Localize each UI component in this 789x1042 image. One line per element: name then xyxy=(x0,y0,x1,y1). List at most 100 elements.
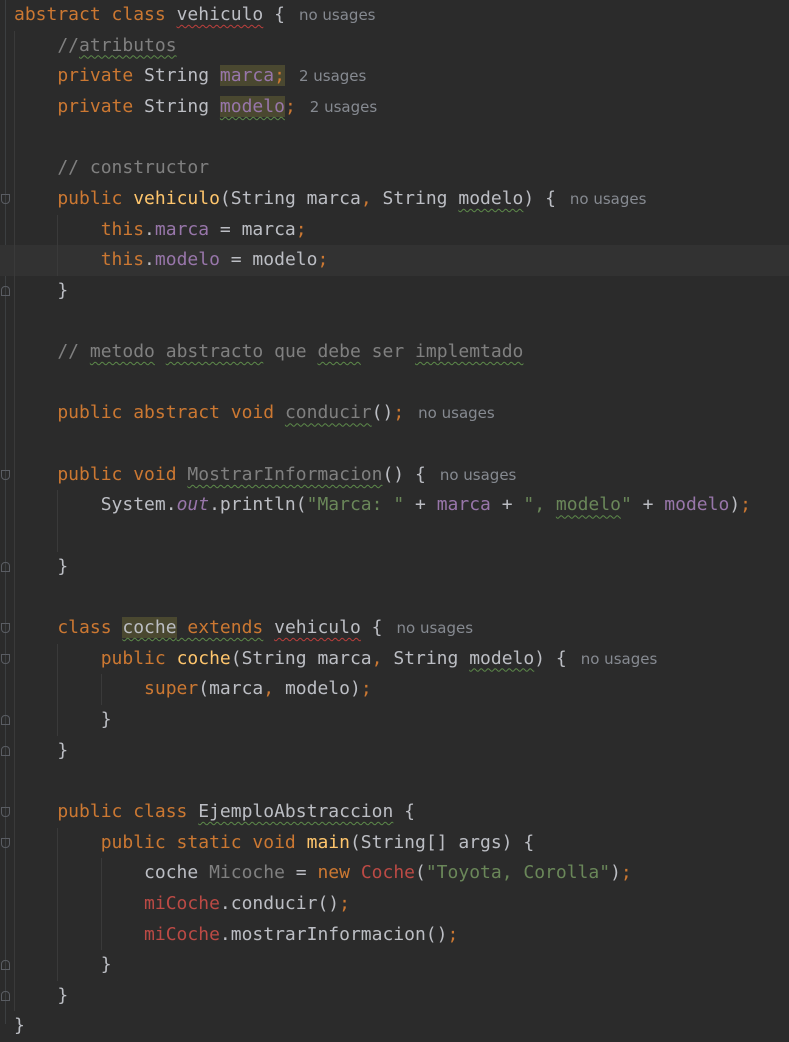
code-token: this xyxy=(14,249,145,271)
code-line[interactable]: } xyxy=(14,981,68,1012)
fold-marker-icon[interactable] xyxy=(1,806,10,817)
fold-marker-icon[interactable] xyxy=(1,714,10,725)
code-token: atributos xyxy=(79,34,177,56)
code-token: coche xyxy=(122,617,177,638)
fold-marker-icon[interactable] xyxy=(1,653,10,664)
code-line[interactable]: coche Micoche = new Coche("Toyota, Corol… xyxy=(14,858,632,889)
code-token: modelo xyxy=(154,249,220,271)
usage-hint[interactable]: 2 usages xyxy=(285,67,366,85)
code-token: public static void xyxy=(14,831,307,853)
code-token: public xyxy=(14,647,177,669)
usage-hint[interactable]: no usages xyxy=(567,650,658,668)
code-line[interactable]: miCoche.conducir(); xyxy=(14,889,350,920)
code-line[interactable]: System.out.println("Marca: " + marca + "… xyxy=(14,490,751,521)
code-line[interactable]: class coche extends vehiculo {no usages xyxy=(14,613,473,644)
code-token: Micoche xyxy=(209,862,285,884)
code-line[interactable]: miCoche.mostrarInformacion(); xyxy=(14,920,458,951)
fold-marker-icon[interactable] xyxy=(1,623,10,633)
code-token: (String marca xyxy=(230,647,372,669)
code-token: vehiculo xyxy=(176,4,264,25)
code-token: ( xyxy=(415,862,426,884)
code-token: ) { xyxy=(523,187,556,209)
fold-marker-icon[interactable] xyxy=(1,960,10,971)
code-line[interactable]: } xyxy=(14,552,68,583)
code-token: ; xyxy=(295,218,307,240)
fold-marker-icon[interactable] xyxy=(1,745,10,756)
code-token: .mostrarInformacion() xyxy=(219,923,448,945)
fold-marker-icon[interactable] xyxy=(1,561,10,572)
code-line[interactable]: private String marca; 2 usages xyxy=(14,61,366,92)
code-token: marca xyxy=(219,65,275,87)
code-token: que xyxy=(263,341,318,363)
code-token: this xyxy=(14,218,145,240)
code-token: + xyxy=(631,494,665,516)
usage-hint[interactable]: no usages xyxy=(426,466,517,484)
code-line[interactable]: public void MostrarInformacion() {no usa… xyxy=(14,460,516,491)
code-token: , xyxy=(371,647,394,669)
code-editor[interactable]: abstract class vehiculo {no usages //atr… xyxy=(0,0,789,1036)
code-token: } xyxy=(14,555,69,577)
fold-marker-icon[interactable] xyxy=(1,837,10,848)
code-line[interactable]: } xyxy=(14,276,68,307)
code-line[interactable]: public abstract void conducir(); no usage… xyxy=(14,398,495,429)
code-token: ; xyxy=(393,402,405,424)
code-token: .conducir() xyxy=(219,892,340,914)
code-token: // xyxy=(14,341,90,363)
code-token: .println( xyxy=(209,494,307,516)
code-token: Coche xyxy=(360,862,415,884)
code-line[interactable]: public coche(String marca, String modelo… xyxy=(14,644,658,675)
code-token: } xyxy=(14,954,112,976)
usage-hint[interactable]: no usages xyxy=(404,404,495,422)
code-token: debe xyxy=(317,341,361,363)
code-line[interactable]: } xyxy=(14,736,68,767)
fold-marker-icon[interactable] xyxy=(1,469,10,480)
code-token: ; xyxy=(274,65,285,87)
code-line[interactable]: public vehiculo(String marca, String mod… xyxy=(14,184,646,215)
code-line[interactable]: } xyxy=(14,705,112,736)
code-token: metodo xyxy=(89,341,155,363)
fold-marker-icon[interactable] xyxy=(1,285,10,296)
code-line[interactable]: this.modelo = modelo; xyxy=(14,245,329,276)
code-token: ) { xyxy=(534,647,567,669)
code-token: = xyxy=(284,862,318,884)
fold-marker-icon[interactable] xyxy=(1,193,10,204)
code-token: new xyxy=(317,862,361,884)
usage-hint[interactable]: no usages xyxy=(285,6,376,24)
code-token: vehiculo xyxy=(274,617,361,638)
code-line[interactable]: super(marca, modelo); xyxy=(14,674,372,705)
code-line[interactable]: } xyxy=(14,950,112,981)
usage-hint[interactable]: no usages xyxy=(383,619,474,637)
code-token: String xyxy=(144,95,220,117)
code-line[interactable]: // metodo abstracto que debe ser implemt… xyxy=(14,337,523,368)
code-line[interactable]: abstract class vehiculo {no usages xyxy=(14,0,375,31)
code-token: . xyxy=(144,218,155,240)
code-line[interactable]: } xyxy=(14,1011,25,1042)
code-token: private xyxy=(14,65,145,87)
code-token: + xyxy=(490,494,524,516)
code-token: ) xyxy=(729,494,741,516)
usage-hint[interactable]: 2 usages xyxy=(296,98,377,116)
code-line[interactable]: public static void main(String[] args) { xyxy=(14,828,535,859)
code-line[interactable]: private String modelo; 2 usages xyxy=(14,92,377,123)
code-token: String xyxy=(144,65,220,87)
usage-hint[interactable]: no usages xyxy=(556,190,647,208)
code-line[interactable]: this.marca = marca; xyxy=(14,215,307,246)
code-token: miCoche xyxy=(14,923,220,945)
code-token: ser xyxy=(360,341,416,363)
code-token: ; xyxy=(339,892,350,914)
fold-marker-icon[interactable] xyxy=(1,990,10,1001)
code-token: System. xyxy=(14,494,177,516)
code-token: ; xyxy=(317,249,329,271)
code-token: super xyxy=(14,678,199,700)
code-line[interactable]: //atributos xyxy=(14,31,177,62)
code-token: ) xyxy=(610,862,621,884)
code-line[interactable]: public class EjemploAbstraccion { xyxy=(14,797,415,828)
code-token: { xyxy=(393,800,415,822)
code-token: abstracto xyxy=(165,341,264,363)
code-token: conducir xyxy=(284,402,372,424)
code-token: (marca xyxy=(198,678,264,700)
code-line[interactable]: // constructor xyxy=(14,153,209,184)
code-token: EjemploAbstraccion xyxy=(198,800,394,822)
code-token: (String marca xyxy=(219,187,361,209)
